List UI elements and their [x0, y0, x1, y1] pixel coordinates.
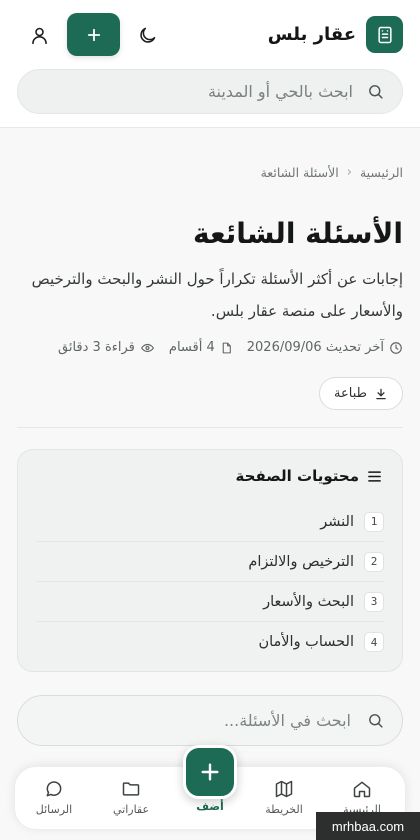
- page-title: الأسئلة الشائعة: [193, 217, 403, 250]
- clock-icon: [390, 341, 402, 354]
- nav-item-map[interactable]: الخريطة: [249, 779, 319, 816]
- nav-add-label[interactable]: أضف: [196, 800, 224, 813]
- breadcrumb: الرئيسية ‹ الأسئلة الشائعة: [261, 165, 403, 180]
- toc-item-publishing[interactable]: 1 النشر: [36, 502, 384, 542]
- nav-item-home[interactable]: الرئيسية: [327, 779, 397, 816]
- faq-search-input[interactable]: ابحث في الأسئلة...: [17, 695, 403, 746]
- map-icon: [275, 780, 293, 798]
- search-icon: [369, 85, 383, 99]
- meta-reading: قراءة 3 دقائق: [58, 340, 155, 355]
- search-icon: [369, 714, 383, 728]
- toc-item-number: 1: [364, 511, 384, 532]
- toc-list: 1 النشر 2 الترخيص والالتزام 3 البحث والأ…: [36, 502, 384, 662]
- toc-item-label: البحث والأسعار: [263, 593, 354, 610]
- nav-item-my-properties[interactable]: عقاراتي: [96, 779, 166, 816]
- meta-reading-text: قراءة 3 دقائق: [57, 340, 135, 355]
- add-fab-button[interactable]: [183, 745, 237, 799]
- site-search-input[interactable]: ابحث بالحي أو المدينة: [17, 69, 403, 114]
- page-intro: إجابات عن أكثر الأسئلة تكراراً حول النشر…: [31, 270, 403, 320]
- toc-item-label: النشر: [320, 513, 354, 530]
- meta-sections-text: 4 أقسام: [168, 340, 215, 355]
- toc-heading-text: محتويات الصفحة: [235, 467, 359, 485]
- toc-item-account-security[interactable]: 4 الحساب والأمان: [36, 622, 384, 662]
- chat-bubble-icon: [46, 781, 62, 797]
- menu-icon: [368, 470, 381, 482]
- building-icon: [366, 16, 403, 53]
- toc-item-number: 2: [364, 551, 384, 572]
- watermark: mrhbaa.com: [316, 812, 420, 840]
- add-listing-button[interactable]: [67, 13, 120, 56]
- print-button[interactable]: طباعة: [319, 377, 403, 410]
- plus-icon: [87, 28, 100, 41]
- breadcrumb-current: الأسئلة الشائعة: [260, 165, 339, 180]
- brand-name: عقار بلس: [267, 24, 356, 45]
- folder-icon: [122, 782, 140, 796]
- chevron-left-icon: ‹: [346, 165, 352, 180]
- meta-updated: آخر تحديث 2026/09/06: [247, 340, 403, 355]
- nav-label: الخريطة: [265, 803, 303, 816]
- toc-item-number: 4: [364, 632, 384, 652]
- meta-sections: 4 أقسام: [169, 340, 233, 355]
- download-icon: [376, 388, 386, 399]
- top-bar: عقار بلس ابحث بالحي أو المدينة: [0, 0, 420, 128]
- faq-search-placeholder: ابحث في الأسئلة...: [223, 711, 351, 730]
- toc-item-label: الترخيص والالتزام: [248, 553, 354, 570]
- toc-item-number: 3: [364, 591, 384, 612]
- nav-label: عقاراتي: [112, 803, 150, 816]
- site-search-placeholder: ابحث بالحي أو المدينة: [207, 82, 353, 101]
- print-label: طباعة: [334, 386, 367, 401]
- dark-mode-toggle[interactable]: [132, 20, 162, 50]
- brand[interactable]: عقار بلس: [268, 16, 403, 53]
- plus-icon: [201, 763, 219, 781]
- toc-item-search-prices[interactable]: 3 البحث والأسعار: [36, 582, 384, 622]
- document-icon: [222, 342, 231, 353]
- toc-heading: محتويات الصفحة: [236, 467, 382, 485]
- table-of-contents: محتويات الصفحة 1 النشر 2 الترخيص والالتز…: [17, 449, 403, 672]
- divider: [17, 427, 403, 428]
- home-icon: [353, 781, 371, 798]
- nav-label: الرسائل: [35, 803, 73, 816]
- toc-item-label: الحساب والأمان: [258, 634, 354, 650]
- moon-icon: [139, 27, 155, 43]
- meta-updated-text: آخر تحديث 2026/09/06: [246, 340, 384, 355]
- eye-icon: [140, 343, 154, 352]
- breadcrumb-home-link[interactable]: الرئيسية: [360, 165, 403, 180]
- toc-item-licensing[interactable]: 2 الترخيص والالتزام: [36, 542, 384, 582]
- user-icon: [31, 27, 47, 44]
- account-button[interactable]: [24, 20, 54, 50]
- nav-item-messages[interactable]: الرسائل: [19, 779, 89, 816]
- page-meta: آخر تحديث 2026/09/06 4 أقسام قراءة 3 دقا…: [58, 340, 403, 355]
